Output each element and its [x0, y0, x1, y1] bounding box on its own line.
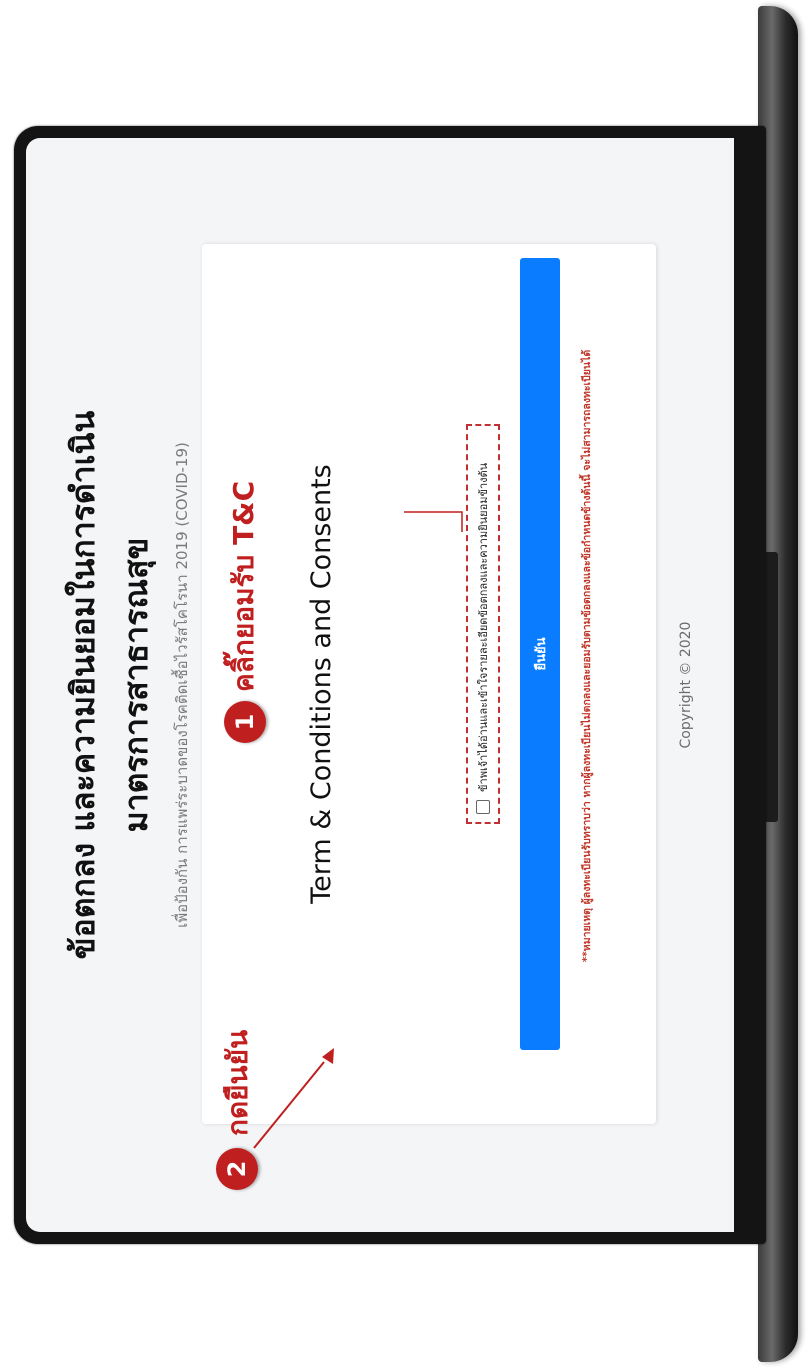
laptop-screen: ข้อตกลง และความยินยอมในการดำเนิน มาตรการ…	[26, 138, 734, 1232]
step1-badge: 1	[224, 701, 266, 743]
step2-badge: 2	[216, 1148, 258, 1190]
step1-connector-line	[404, 511, 463, 532]
step2-callout: กดยืนยัน	[221, 1029, 254, 1136]
step1-callout: คลิ๊กยอมรับ T&C	[227, 480, 260, 692]
step2-arrowhead-icon	[322, 1048, 334, 1064]
web-page: ข้อตกลง และความยินยอมในการดำเนิน มาตรการ…	[26, 138, 734, 1232]
annotation-lines	[253, 511, 463, 1149]
step2-arrow-line	[253, 1061, 325, 1149]
